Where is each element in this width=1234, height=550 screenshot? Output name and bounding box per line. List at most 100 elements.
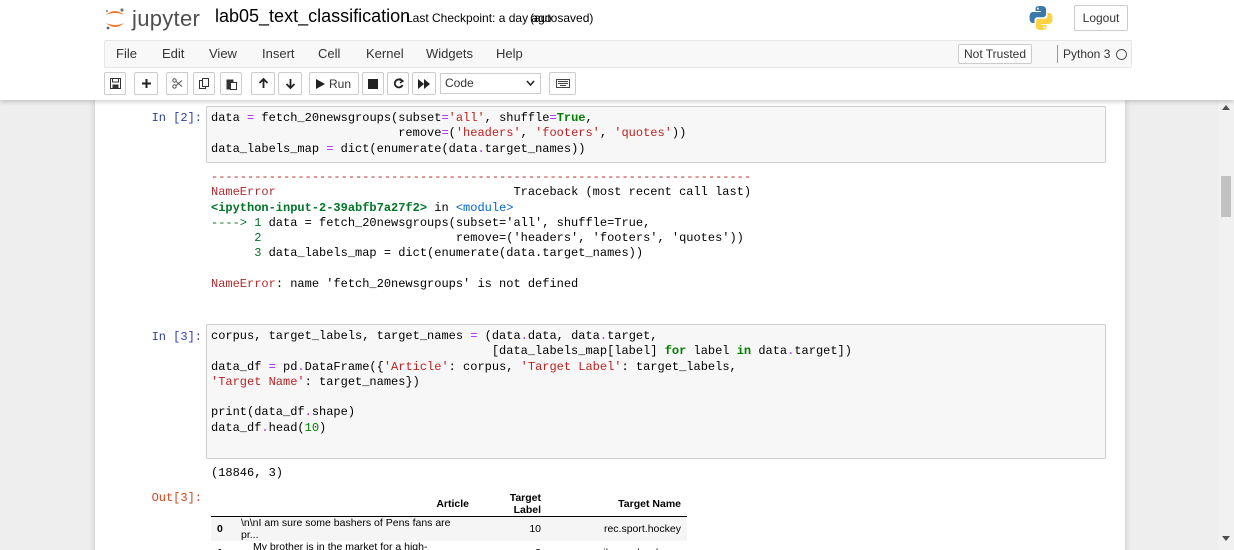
target-name-cell: rec.sport.hockey bbox=[603, 523, 681, 535]
restart-button[interactable] bbox=[387, 72, 409, 95]
traceback-line-3: data_labels_map = dict(enumerate(data.ta… bbox=[268, 246, 644, 261]
notebook-container: In [2]: data = fetch_20newsgroups(subset… bbox=[95, 100, 1125, 550]
copy-button[interactable] bbox=[193, 72, 215, 95]
code-line: data = fetch_20newsgroups(subset='all', … bbox=[211, 111, 593, 125]
row-index: 1 bbox=[211, 541, 235, 550]
jupyter-logo-icon bbox=[105, 8, 124, 30]
chevron-down-icon bbox=[526, 80, 535, 86]
scrollbar-thumb[interactable] bbox=[1221, 176, 1231, 217]
jupyter-logo[interactable]: jupyter bbox=[104, 6, 200, 32]
cell-2-error-output: ----------------------------------------… bbox=[211, 170, 751, 292]
traceback-module-ref: <module> bbox=[455, 200, 514, 215]
target-label-cell: 10 bbox=[529, 523, 541, 535]
column-header-index bbox=[211, 492, 235, 517]
plus-icon bbox=[141, 79, 151, 88]
cell-2-input-prompt: In [2]: bbox=[151, 111, 202, 125]
error-name: NameError bbox=[211, 185, 276, 200]
traceback-lineno-3: 3 bbox=[211, 246, 269, 261]
menu-kernel[interactable]: Kernel bbox=[366, 41, 404, 67]
code-line: [data_labels_map[label] for label in dat… bbox=[211, 344, 852, 359]
code-line: data_df.head(10) bbox=[211, 420, 327, 435]
move-up-button[interactable] bbox=[251, 72, 275, 95]
code-line: data_df = pd.DataFrame({'Article': corpu… bbox=[211, 359, 737, 374]
cell-3-stdout: (18846, 3) bbox=[211, 466, 284, 480]
cut-button[interactable] bbox=[166, 72, 188, 95]
run-label: Run bbox=[329, 76, 352, 91]
keyboard-icon bbox=[555, 79, 570, 88]
error-message: : name 'fetch_20newsgroups' is not defin… bbox=[275, 277, 579, 292]
traceback-in-word: in bbox=[427, 200, 456, 215]
code-line: remove=('headers', 'footers', 'quotes')) bbox=[211, 126, 687, 141]
notebook-name[interactable]: lab05_text_classification bbox=[215, 6, 410, 27]
restart-run-all-button[interactable] bbox=[412, 72, 436, 95]
cell-type-select[interactable]: Code bbox=[440, 73, 541, 94]
column-header-article: Article bbox=[235, 492, 475, 517]
paste-icon bbox=[226, 79, 237, 90]
dataframe-table: Article Target Label Target Name 0 \n\nI… bbox=[211, 492, 687, 550]
traceback-input-ref: <ipython-input-2-39abfb7a27f2> bbox=[211, 200, 428, 215]
article-cell: My brother is in the market for a high-p… bbox=[253, 541, 428, 550]
interrupt-button[interactable] bbox=[362, 72, 384, 95]
autosave-status: (autosaved) bbox=[530, 11, 594, 25]
traceback-dashes: ----------------------------------------… bbox=[211, 170, 752, 184]
table-row: 0 \n\nI am sure some bashers of Pens fan… bbox=[211, 516, 687, 541]
menubar: File Edit View Insert Cell Kernel Widget… bbox=[104, 40, 1132, 68]
table-header-row: Article Target Label Target Name bbox=[211, 492, 687, 517]
save-icon bbox=[109, 78, 121, 89]
row-index: 0 bbox=[217, 523, 223, 535]
command-palette-button[interactable] bbox=[549, 72, 576, 95]
cell-3-output-prompt: Out[3]: bbox=[151, 491, 202, 505]
kernel-idle-icon bbox=[1116, 49, 1127, 60]
header-top-row: jupyter lab05_text_classification Last C… bbox=[0, 0, 1234, 38]
traceback-line-2: remove=('headers', 'footers', 'quotes')) bbox=[268, 231, 744, 246]
jupyter-logo-text: jupyter bbox=[132, 6, 201, 31]
run-button[interactable]: Run bbox=[309, 72, 359, 95]
logout-button[interactable]: Logout bbox=[1074, 5, 1128, 31]
target-label-cell: 3 bbox=[475, 541, 547, 550]
python-logo-icon bbox=[1029, 6, 1053, 30]
article-cell: \n\nI am sure some bashers of Pens fans … bbox=[241, 517, 451, 541]
trust-button[interactable]: Not Trusted bbox=[958, 44, 1033, 64]
cell-2-code-input[interactable]: data = fetch_20newsgroups(subset='all', … bbox=[206, 106, 1106, 163]
scroll-up-icon[interactable] bbox=[1222, 104, 1230, 110]
traceback-line-1: data = fetch_20newsgroups(subset='all', … bbox=[268, 215, 651, 230]
column-header-target-name: Target Name bbox=[547, 492, 687, 517]
restart-icon bbox=[393, 78, 404, 89]
code-line: 'Target Name': target_names}) bbox=[211, 374, 420, 389]
traceback-arrow: ----> 1 bbox=[211, 215, 269, 230]
scissors-icon bbox=[171, 78, 182, 89]
target-name-cell: comp.sys.ibm.pc.hardware bbox=[547, 541, 687, 550]
code-line: print(data_df.shape) bbox=[211, 405, 356, 420]
arrow-up-icon bbox=[258, 78, 268, 88]
menu-widgets[interactable]: Widgets bbox=[426, 41, 473, 67]
menu-help[interactable]: Help bbox=[496, 41, 523, 67]
notebook-header: jupyter lab05_text_classification Last C… bbox=[0, 0, 1234, 100]
stop-icon bbox=[368, 78, 378, 89]
paste-button[interactable] bbox=[220, 72, 242, 95]
menu-file[interactable]: File bbox=[116, 41, 137, 67]
fast-forward-icon bbox=[418, 78, 430, 89]
menu-edit[interactable]: Edit bbox=[162, 41, 184, 67]
play-icon bbox=[316, 78, 325, 89]
vertical-scrollbar[interactable] bbox=[1218, 100, 1234, 550]
cell-type-value: Code bbox=[445, 76, 474, 90]
cell-3-input-prompt: In [3]: bbox=[151, 330, 202, 344]
menu-insert[interactable]: Insert bbox=[262, 41, 295, 67]
code-line: corpus, target_labels, target_names = (d… bbox=[211, 329, 658, 343]
arrow-down-icon bbox=[285, 79, 295, 89]
scroll-down-icon[interactable] bbox=[1222, 536, 1230, 542]
notebook-scroll-area[interactable]: In [2]: data = fetch_20newsgroups(subset… bbox=[0, 100, 1218, 550]
insert-cell-button[interactable] bbox=[134, 72, 158, 95]
table-row: 1 My brother is in the market for a high… bbox=[211, 541, 687, 550]
column-header-target-label: Target Label bbox=[475, 492, 547, 517]
cell-3-code-input[interactable]: corpus, target_labels, target_names = (d… bbox=[206, 324, 1106, 459]
copy-icon bbox=[198, 78, 209, 89]
menu-cell[interactable]: Cell bbox=[318, 41, 340, 67]
menu-view[interactable]: View bbox=[209, 41, 237, 67]
traceback-label: Traceback (most recent call last) bbox=[513, 185, 752, 200]
code-line: data_labels_map = dict(enumerate(data.ta… bbox=[211, 141, 586, 156]
kernel-divider bbox=[1057, 45, 1058, 63]
save-button[interactable] bbox=[104, 72, 126, 95]
error-message-name: NameError bbox=[211, 277, 276, 292]
move-down-button[interactable] bbox=[278, 72, 302, 95]
